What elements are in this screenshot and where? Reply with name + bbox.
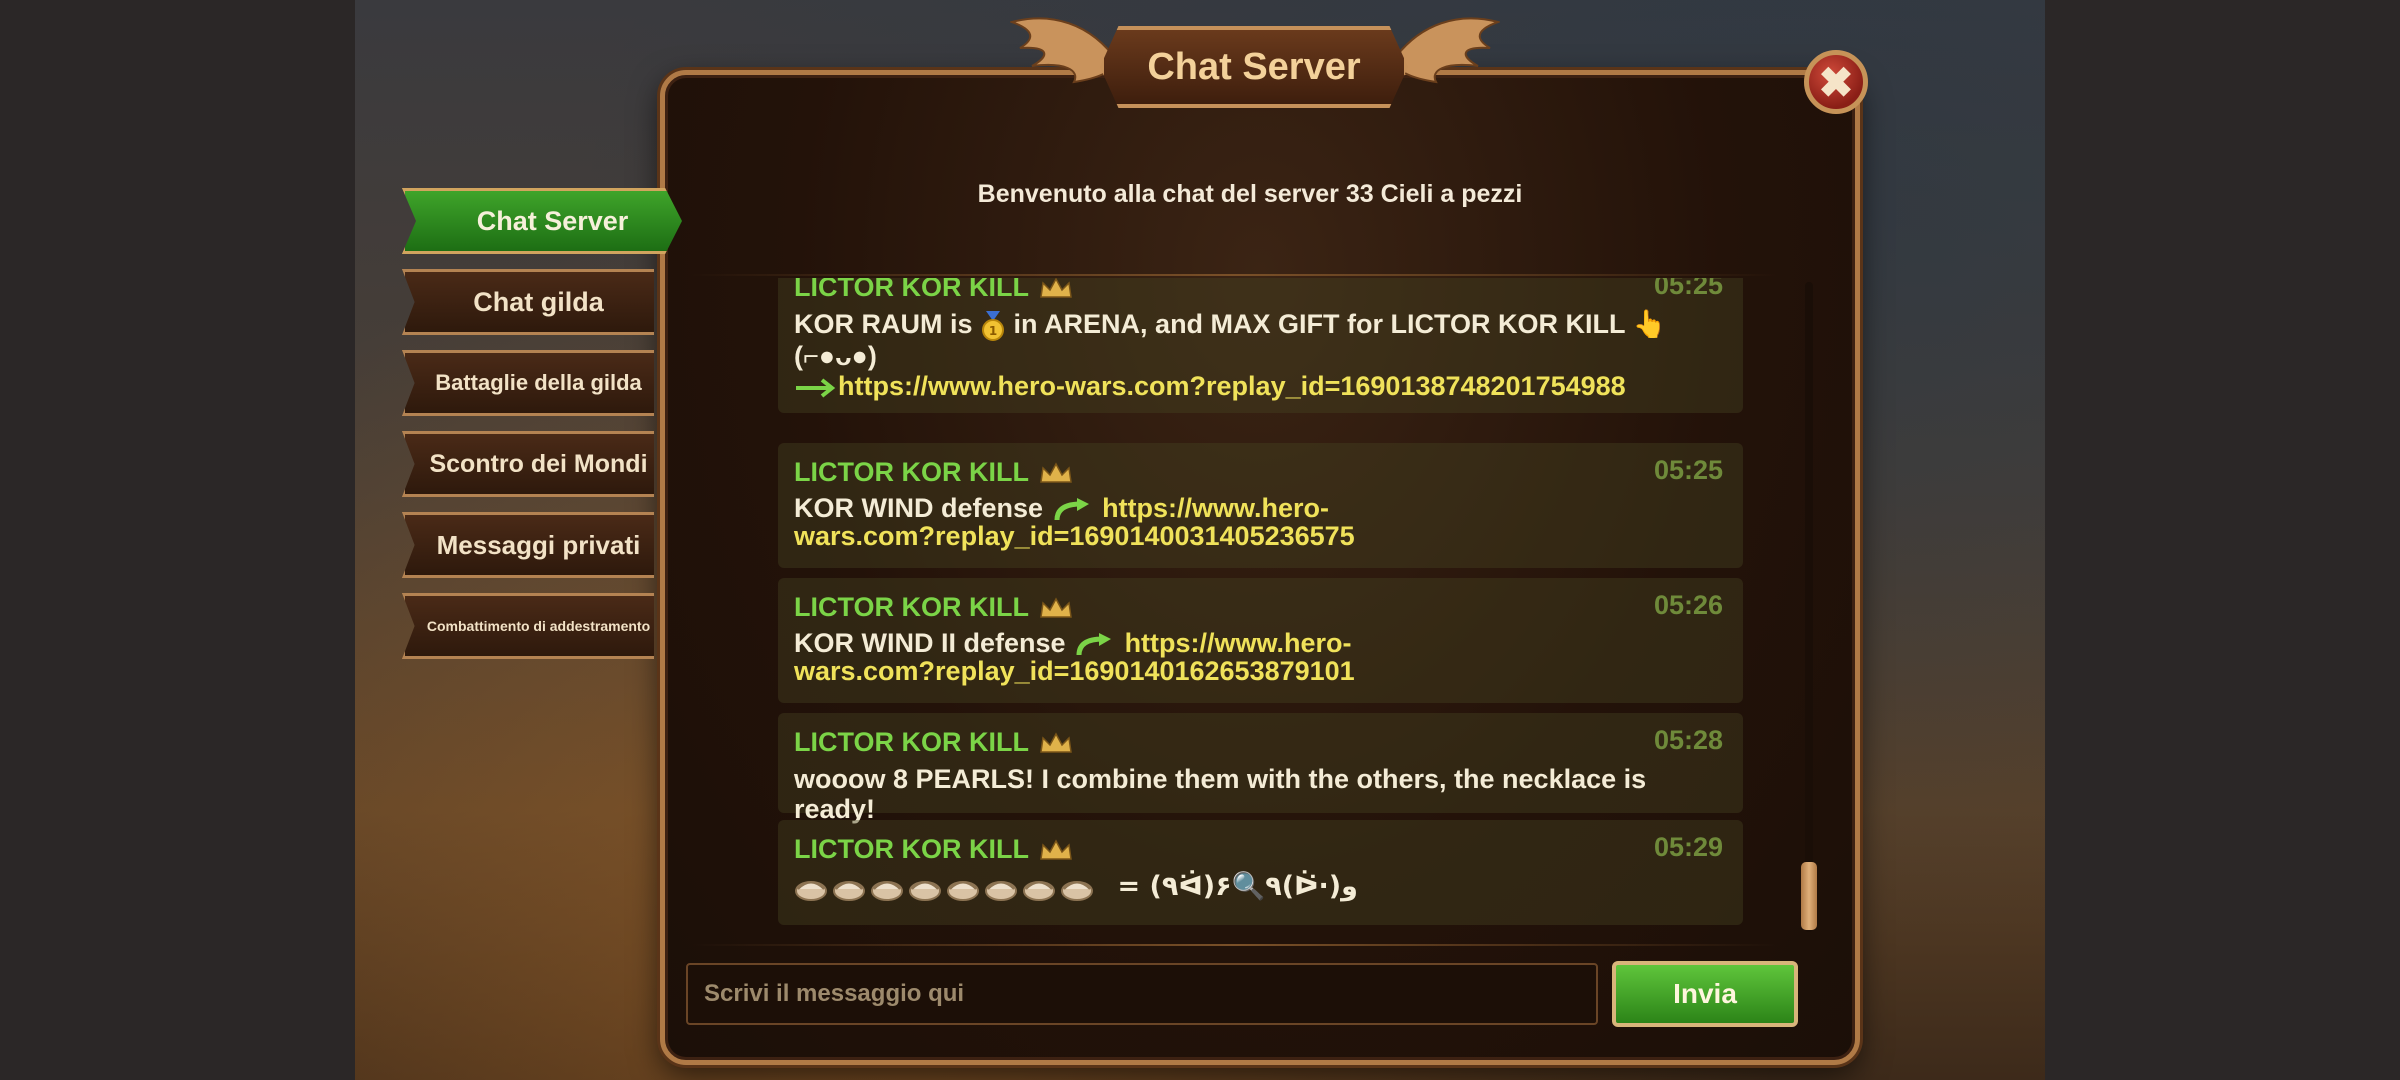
close-button[interactable]: ✖	[1804, 50, 1868, 114]
left-wing-ornament	[1010, 17, 1120, 84]
scrollbar-track[interactable]	[1805, 282, 1813, 932]
oyster-icon	[985, 880, 1017, 901]
tab-chat-gilda[interactable]: Chat gilda	[402, 269, 654, 335]
message-time: 05:26	[1653, 590, 1723, 620]
top-divider	[690, 274, 1780, 276]
close-icon: ✖	[1818, 58, 1854, 106]
crown-icon	[1040, 596, 1072, 618]
message-time: 05:28	[1653, 725, 1723, 755]
username[interactable]: LICTOR KOR KILL	[794, 834, 1029, 865]
message-text: = (٩ᐛ)۶🔍٩(ᐖ·)و	[1117, 871, 1358, 902]
crown-icon	[1040, 461, 1072, 483]
oyster-icon	[909, 880, 941, 901]
crown-icon	[1040, 838, 1072, 860]
curved-arrow-icon	[1076, 632, 1112, 656]
bottom-divider	[690, 944, 1780, 946]
tab-chat-server[interactable]: Chat Server	[402, 188, 682, 254]
replay-link[interactable]: https://www.hero-	[1125, 628, 1352, 658]
message-time: 05:25	[1653, 278, 1723, 300]
chat-message: LICTOR KOR KILL 05:25 KOR RAUM is 1 in A…	[778, 278, 1743, 413]
chat-tabs: Chat Server Chat gilda Battaglie della g…	[402, 188, 682, 674]
username[interactable]: LICTOR KOR KILL	[794, 457, 1029, 488]
oyster-icon	[1061, 880, 1093, 901]
oyster-row	[794, 871, 1106, 901]
replay-link-cont[interactable]: wars.com?replay_id=1690140162653879101	[794, 656, 1355, 686]
welcome-text: Benvenuto alla chat del server 33 Cieli …	[977, 180, 1523, 208]
message-input[interactable]	[686, 963, 1598, 1025]
tab-combattimento-addestramento[interactable]: Combattimento di addestramento	[402, 593, 654, 659]
crown-icon	[1040, 731, 1072, 753]
crown-icon	[1040, 278, 1072, 298]
chat-message-list[interactable]: LICTOR KOR KILL 05:25 KOR RAUM is 1 in A…	[778, 278, 1743, 928]
svg-text:1: 1	[989, 324, 997, 338]
chat-message: LICTOR KOR KILL 05:28 wooow 8 PEARLS! I …	[778, 713, 1743, 824]
chat-message: LICTOR KOR KILL 05:26 KOR WIND II defens…	[778, 578, 1743, 703]
username[interactable]: LICTOR KOR KILL	[794, 727, 1029, 758]
message-text: KOR RAUM is	[794, 309, 973, 339]
chat-message: LICTOR KOR KILL 05:29 = (٩ᐛ)۶🔍٩(ᐖ·)و	[778, 820, 1743, 925]
message-time: 05:29	[1653, 832, 1723, 862]
gold-medal-icon: 1	[982, 310, 1005, 341]
scrollbar-thumb[interactable]	[1801, 862, 1817, 930]
replay-link[interactable]: https://www.hero-	[1102, 493, 1329, 523]
message-text: KOR WIND II defense	[794, 628, 1066, 658]
oyster-icon	[833, 880, 865, 901]
oyster-icon	[1023, 880, 1055, 901]
oyster-icon	[947, 880, 979, 901]
tab-battaglie-gilda[interactable]: Battaglie della gilda	[402, 350, 654, 416]
tab-scontro-mondi[interactable]: Scontro dei Mondi	[402, 431, 654, 497]
message-text: KOR WIND defense	[794, 493, 1044, 523]
oyster-icon	[795, 880, 827, 901]
replay-link-cont[interactable]: wars.com?replay_id=1690140031405236575	[794, 521, 1355, 551]
username[interactable]: LICTOR KOR KILL	[794, 278, 1029, 303]
send-button[interactable]: Invia	[1612, 961, 1798, 1027]
chat-message: LICTOR KOR KILL 05:25 KOR WIND defense h…	[778, 443, 1743, 568]
window-title: Chat Server	[1100, 26, 1408, 108]
curved-arrow-icon	[1054, 497, 1089, 521]
username[interactable]: LICTOR KOR KILL	[794, 592, 1029, 623]
right-wing-ornament	[1390, 17, 1500, 84]
replay-link[interactable]: https://www.hero-wars.com?replay_id=1690…	[838, 371, 1626, 401]
oyster-icon	[871, 880, 903, 901]
message-time: 05:25	[1653, 455, 1723, 485]
right-arrow-icon	[796, 378, 836, 398]
message-text: wooow 8 PEARLS! I combine them with the …	[794, 764, 1647, 824]
tab-messaggi-privati[interactable]: Messaggi privati	[402, 512, 654, 578]
